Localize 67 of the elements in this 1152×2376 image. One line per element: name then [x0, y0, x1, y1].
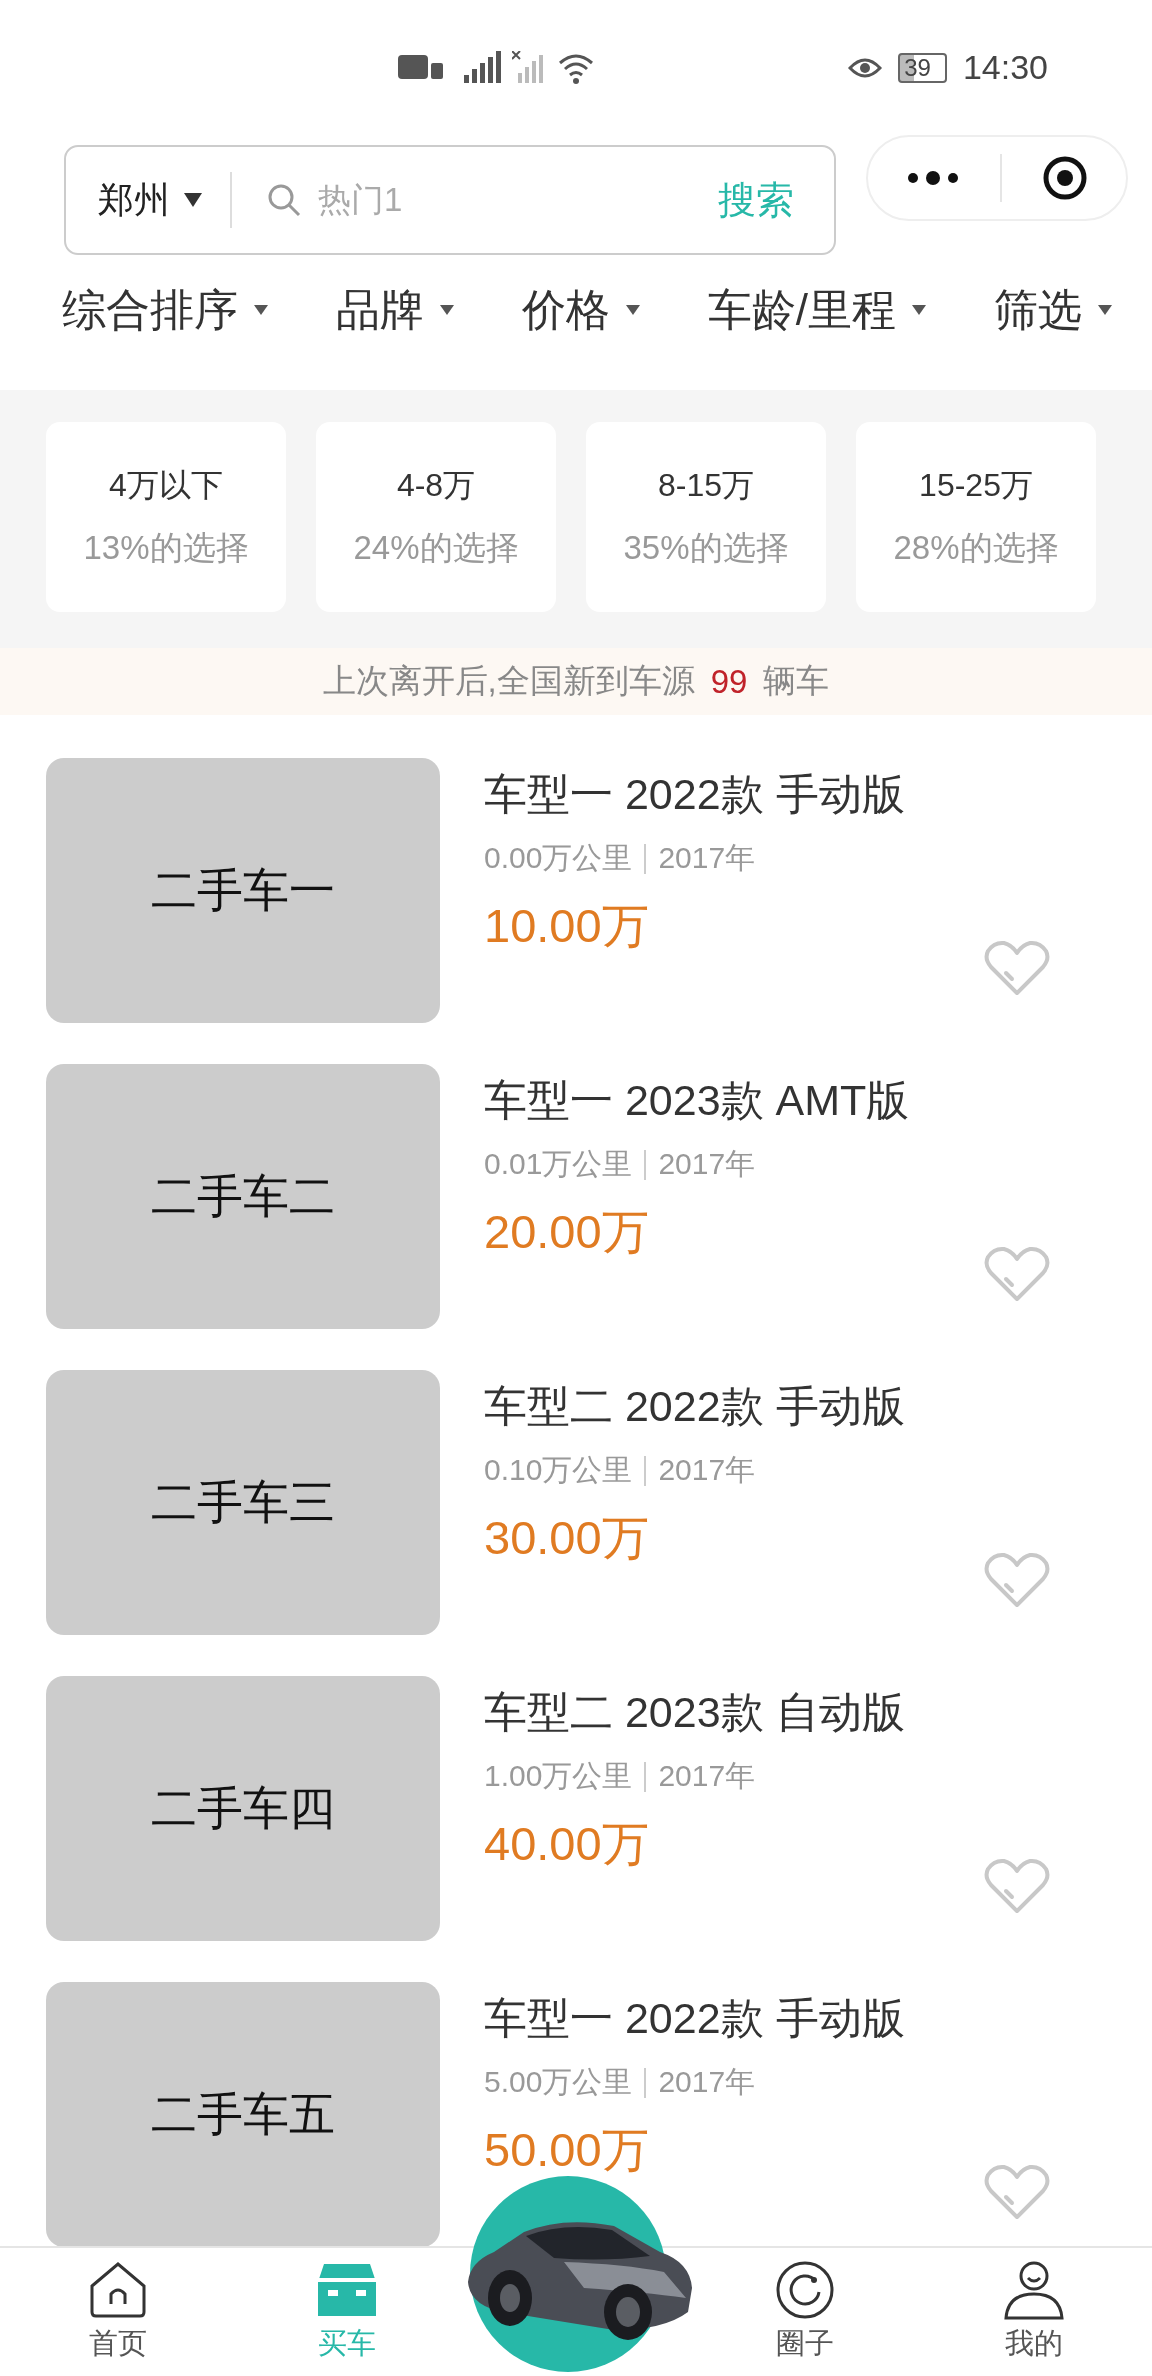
caret-icon — [1098, 305, 1112, 315]
car-image-placeholder[interactable]: 二手车三 — [46, 1370, 440, 1635]
filter-dropdown[interactable]: 筛选 — [994, 280, 1112, 340]
car-mileage: 0.01万公里 — [484, 1146, 633, 1182]
search-field[interactable]: 热门1 — [316, 180, 704, 220]
car-title[interactable]: 车型一 2022款 手动版 — [484, 1992, 1152, 2044]
home-icon — [88, 2260, 149, 2320]
range-share: 35%的选择 — [623, 527, 789, 568]
tab-item[interactable]: 圈子 — [690, 2248, 920, 2376]
caret-icon — [439, 305, 454, 315]
filter-dropdown[interactable]: 车龄/里程 — [707, 280, 927, 340]
filter-dropdown[interactable]: 品牌 — [335, 280, 454, 340]
price-range-card[interactable]: 4万以下 13%的选择 — [46, 422, 286, 612]
car-year: 2017年 — [658, 1146, 756, 1182]
heart-icon[interactable] — [984, 1245, 1050, 1303]
car-title[interactable]: 车型一 2023款 AMT版 — [484, 1074, 1152, 1126]
range-share: 28%的选择 — [893, 527, 1059, 568]
range-label: 4-8万 — [396, 465, 476, 505]
tab-item[interactable]: 首页 — [4, 2248, 233, 2376]
range-label: 4万以下 — [109, 465, 223, 505]
car-price: 30.00万 — [484, 1510, 649, 1566]
caret-icon — [625, 305, 640, 315]
car-year: 2017年 — [658, 840, 756, 876]
car-price: 40.00万 — [484, 1816, 649, 1872]
car-title[interactable]: 车型二 2023款 自动版 — [484, 1686, 1152, 1738]
heart-icon[interactable] — [984, 939, 1050, 997]
new-car-count: 99 — [710, 662, 748, 701]
range-share: 24%的选择 — [353, 527, 519, 568]
car-image-placeholder[interactable]: 二手车二 — [46, 1064, 440, 1329]
car-price: 20.00万 — [484, 1204, 649, 1260]
caret-icon — [184, 193, 202, 207]
notice-text: 辆车 — [763, 661, 830, 701]
car-title[interactable]: 车型一 2022款 手动版 — [484, 768, 1152, 820]
caret-icon — [254, 305, 268, 315]
car-mileage: 5.00万公里 — [484, 2064, 633, 2100]
car-year: 2017年 — [658, 1758, 756, 1794]
clock-time: 14:30 — [962, 48, 1048, 87]
heart-icon[interactable] — [984, 1857, 1050, 1915]
filter-dropdown[interactable]: 综合排序 — [62, 280, 268, 340]
car-mileage: 1.00万公里 — [484, 1758, 633, 1794]
car-image-placeholder[interactable]: 二手车一 — [46, 758, 440, 1023]
range-label: 8-15万 — [657, 465, 754, 505]
car-price: 10.00万 — [484, 898, 649, 954]
search-icon — [266, 182, 302, 218]
range-label: 15-25万 — [919, 465, 1033, 505]
car-title[interactable]: 车型二 2022款 手动版 — [484, 1380, 1152, 1432]
notice-text: 上次离开后,全国新到车源 — [322, 661, 695, 701]
tab-item[interactable]: 我的 — [919, 2248, 1148, 2376]
car-price: 50.00万 — [484, 2122, 649, 2178]
city-selector[interactable]: 郑州 — [98, 175, 170, 225]
filter-dropdown[interactable]: 价格 — [521, 280, 640, 340]
person-icon — [1003, 2260, 1064, 2320]
battery-indicator: 39 — [898, 52, 947, 83]
car-mileage: 0.00万公里 — [484, 840, 633, 876]
car-year: 2017年 — [658, 1452, 756, 1488]
circle-icon — [774, 2260, 835, 2320]
price-range-card[interactable]: 15-25万 28%的选择 — [856, 422, 1096, 612]
range-share: 13%的选择 — [83, 527, 249, 568]
car-mileage: 0.10万公里 — [484, 1452, 633, 1488]
car-image-placeholder[interactable]: 二手车四 — [46, 1676, 440, 1941]
price-range-card[interactable]: 8-15万 35%的选择 — [586, 422, 826, 612]
price-range-card[interactable]: 4-8万 24%的选择 — [316, 422, 556, 612]
caret-icon — [912, 305, 927, 315]
car-image-placeholder[interactable]: 二手车五 — [46, 1982, 440, 2246]
heart-icon[interactable] — [984, 1551, 1050, 1609]
car-year: 2017年 — [658, 2064, 756, 2100]
heart-icon[interactable] — [984, 2163, 1050, 2221]
